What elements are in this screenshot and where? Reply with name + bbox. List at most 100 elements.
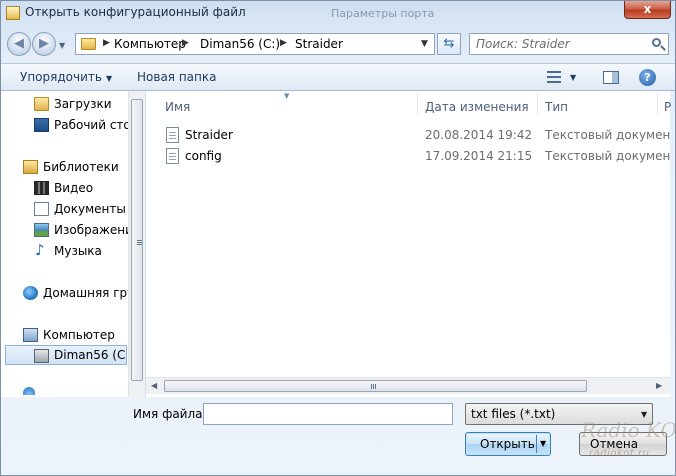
sidebar-item-computer[interactable]: Компьютер	[1, 325, 128, 345]
scroll-left-icon[interactable]: ◀	[151, 381, 157, 390]
column-header-type[interactable]: Тип	[545, 100, 568, 128]
help-icon[interactable]: ?	[639, 69, 656, 86]
sidebar-item-video[interactable]: Видео	[1, 178, 128, 198]
app-icon	[6, 6, 20, 20]
text-file-icon	[166, 127, 179, 143]
title-bar: Открыть конфигурационный файл Параметры …	[1, 1, 675, 25]
file-date: 20.08.2014 19:42	[425, 128, 533, 142]
search-icon[interactable]	[652, 38, 661, 47]
sidebar-item-label: Библиотеки	[43, 160, 119, 174]
file-type: Текстовый документ	[545, 128, 670, 142]
file-type-filter-value: txt files (*.txt)	[471, 407, 556, 421]
libraries-icon	[23, 160, 38, 174]
address-bar[interactable]: ▶ Компьютер ▶ Diman56 (C:) ▶ Straider ▼	[75, 33, 435, 55]
desktop-icon	[34, 118, 49, 132]
file-name: config	[185, 149, 222, 163]
sidebar-item-libraries[interactable]: Библиотеки	[1, 157, 128, 177]
window-title: Открыть конфигурационный файл	[25, 5, 246, 19]
sidebar-item-label: Видео	[54, 181, 94, 195]
filename-label: Имя файла:	[133, 407, 207, 421]
sidebar-item-label: Загрузки	[54, 97, 112, 111]
view-dropdown-icon[interactable]: ▼	[570, 73, 576, 82]
video-icon	[34, 181, 49, 195]
view-options-icon[interactable]	[547, 70, 561, 84]
refresh-icon: ⇆	[443, 36, 455, 51]
sidebar-item-downloads[interactable]: Загрузки	[1, 94, 128, 114]
open-options-dropdown-icon[interactable]: ▼	[540, 439, 546, 448]
column-header-date[interactable]: Дата изменения	[425, 100, 529, 128]
arrow-right-icon: ▶	[39, 36, 49, 51]
sidebar-item-drive-c[interactable]: Diman56 (C:)	[5, 345, 127, 365]
preview-pane-icon[interactable]	[603, 71, 619, 84]
file-row[interactable]: Straider 20.08.2014 19:42 Текстовый доку…	[164, 125, 670, 145]
sidebar-item-documents[interactable]: Документы	[1, 199, 128, 219]
file-row[interactable]: config 17.09.2014 21:15 Текстовый докуме…	[164, 146, 670, 166]
search-input[interactable]: Поиск: Straider	[476, 37, 570, 51]
refresh-button[interactable]: ⇆	[437, 33, 461, 55]
music-icon	[34, 241, 49, 259]
text-file-icon	[166, 148, 179, 164]
split-divider	[536, 435, 537, 453]
search-box[interactable]: Поиск: Straider	[469, 33, 669, 55]
column-divider[interactable]	[657, 93, 658, 115]
images-icon	[34, 223, 49, 237]
grip-icon	[137, 240, 142, 246]
computer-icon	[23, 328, 38, 342]
column-divider[interactable]	[417, 93, 418, 115]
open-button[interactable]: Открыть ▼	[465, 432, 551, 456]
chevron-down-icon: ▼	[105, 74, 113, 83]
file-list: ▼ Имя Дата изменения Тип Р Straider 20.0…	[146, 91, 671, 397]
sidebar-item-label: Музыка	[54, 244, 102, 258]
column-header-size[interactable]: Р	[664, 100, 671, 128]
sidebar-item-label: Diman56 (C:)	[54, 348, 127, 362]
organize-button[interactable]: Упорядочить ▼	[20, 70, 112, 84]
close-button[interactable]: x	[624, 1, 671, 19]
breadcrumb-separator-icon[interactable]: ▶	[103, 38, 110, 48]
watermark-logo: Radio KOT	[581, 418, 676, 442]
command-toolbar: Упорядочить ▼ Новая папка ▼ ?	[1, 63, 675, 91]
sidebar-item-label: Документы	[54, 202, 126, 216]
breadcrumb-drive[interactable]: Diman56 (C:)	[200, 37, 280, 51]
scrollbar-thumb[interactable]	[164, 380, 587, 392]
file-date: 17.09.2014 21:15	[425, 149, 533, 163]
file-type: Текстовый документ	[545, 149, 670, 163]
back-button[interactable]: ◀	[7, 32, 31, 56]
breadcrumb-separator-icon[interactable]: ▶	[280, 38, 287, 48]
navigation-scrollbar[interactable]	[128, 91, 145, 397]
organize-label: Упорядочить	[20, 70, 102, 84]
forward-button[interactable]: ▶	[32, 32, 56, 56]
breadcrumb-folder[interactable]: Straider	[295, 37, 343, 51]
navigation-bar: ◀ ▶ ▼ ▶ Компьютер ▶ Diman56 (C:) ▶ Strai…	[1, 29, 675, 61]
new-folder-button[interactable]: Новая папка	[137, 70, 216, 84]
sidebar-item-images[interactable]: Изображения	[1, 220, 128, 240]
address-dropdown-icon[interactable]: ▼	[421, 39, 428, 49]
sidebar-item-music[interactable]: Музыка	[1, 241, 128, 261]
arrow-left-icon: ◀	[14, 36, 24, 51]
breadcrumb-separator-icon[interactable]: ▶	[182, 38, 189, 48]
background-window-title: Параметры порта	[331, 7, 435, 20]
grip-icon	[371, 384, 377, 389]
filename-input[interactable]: ▼	[203, 403, 648, 425]
sidebar-item-homegroup[interactable]: Домашняя группа	[1, 283, 128, 303]
documents-icon	[34, 202, 49, 216]
folder-icon	[81, 38, 96, 50]
file-list-scrollbar[interactable]: ◀ ▶	[146, 377, 670, 394]
network-icon[interactable]	[23, 387, 35, 395]
sidebar-item-label: Рабочий стол	[54, 118, 128, 132]
homegroup-icon	[23, 286, 38, 300]
open-label: Открыть	[480, 437, 535, 451]
scroll-right-icon[interactable]: ▶	[656, 381, 662, 390]
watermark-url: radiokot.ru	[589, 448, 650, 459]
column-divider[interactable]	[537, 93, 538, 115]
drive-icon	[34, 349, 49, 363]
sidebar-item-desktop[interactable]: Рабочий стол	[1, 115, 128, 135]
sidebar-item-label: Домашняя группа	[43, 286, 128, 300]
column-header-name[interactable]: Имя	[165, 100, 190, 128]
file-name: Straider	[185, 128, 233, 142]
recent-locations-dropdown[interactable]: ▼	[59, 41, 65, 50]
scrollbar-thumb[interactable]	[131, 99, 143, 381]
sort-indicator-icon: ▼	[284, 92, 290, 100]
breadcrumb-computer[interactable]: Компьютер	[114, 37, 186, 51]
downloads-folder-icon	[34, 97, 49, 111]
watermark: Radio KOT radiokot.ru	[581, 414, 675, 464]
